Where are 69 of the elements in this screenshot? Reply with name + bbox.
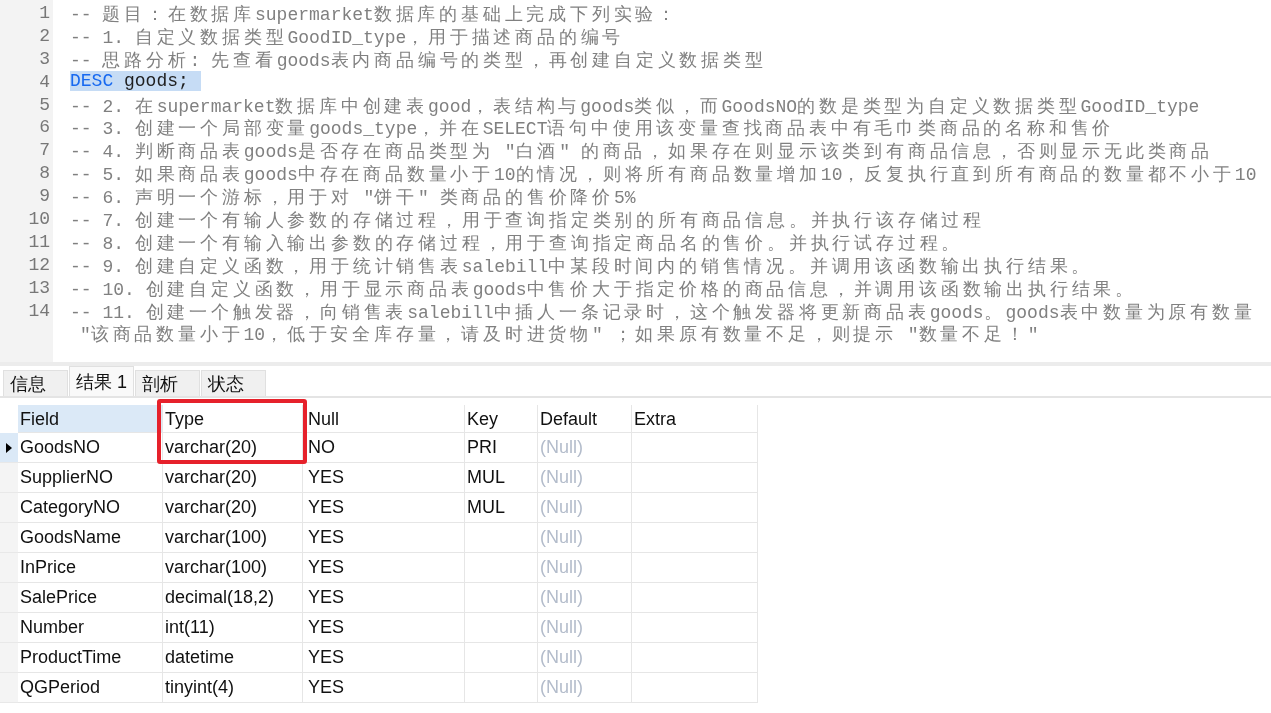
row-header[interactable]: [0, 433, 18, 463]
table-cell: tinyint(4): [165, 677, 235, 697]
line-number: 1: [39, 3, 50, 23]
table-cell: SalePrice: [20, 587, 98, 607]
result-tab[interactable]: 结果 1: [69, 366, 134, 396]
table-cell: YES: [308, 557, 345, 577]
table-cell: (Null): [540, 617, 583, 637]
table-cell: MUL: [467, 467, 505, 487]
table-cell: (Null): [540, 587, 583, 607]
line-number: 2: [39, 25, 50, 46]
table-cell: SupplierNO: [20, 467, 114, 487]
table-cell: GoodsNO: [20, 437, 101, 457]
line-number: 12: [28, 254, 50, 275]
table-cell: (Null): [540, 677, 583, 697]
table-cell: PRI: [467, 437, 497, 457]
column-header[interactable]: Default: [540, 409, 598, 429]
line-number: 11: [28, 231, 50, 252]
table-cell: (Null): [540, 647, 583, 667]
table-cell: YES: [308, 617, 345, 637]
table-cell: varchar(100): [165, 557, 268, 577]
table-cell: varchar(100): [165, 527, 268, 547]
table-cell: MUL: [467, 497, 505, 517]
line-number: 13: [28, 277, 50, 298]
table-cell: (Null): [540, 497, 583, 517]
code-line: "该商品数量小于10，低于安全库存量，请及时进货物" ；如果原有数量不足，则提示 "数量不足！": [80, 325, 1039, 346]
table-cell: YES: [308, 467, 345, 487]
table-cell: varchar(20): [165, 437, 258, 457]
result-tab[interactable]: 剖析: [135, 370, 200, 396]
line-number: 5: [39, 94, 50, 115]
table-cell: NO: [308, 437, 335, 457]
table-cell: YES: [308, 647, 345, 667]
line-number: 9: [39, 186, 50, 207]
line-number: 10: [28, 209, 50, 229]
line-number: 4: [39, 71, 50, 92]
column-header[interactable]: Null: [308, 409, 339, 429]
code-line: -- 8. 创建一个有输入输出参数的存储过程，用于查询指定商品名的售价。并执行试存过程。: [70, 233, 964, 254]
table-cell: YES: [308, 497, 345, 517]
table-cell: decimal(18,2): [165, 587, 275, 607]
table-cell: datetime: [165, 647, 235, 667]
table-cell: GoodsName: [20, 527, 122, 547]
table-cell: (Null): [540, 467, 583, 487]
code-line: -- 1. 自定义数据类型GoodID_type，用于描述商品的编号: [70, 27, 625, 48]
result-tab[interactable]: 信息: [3, 370, 68, 396]
column-header[interactable]: Key: [467, 409, 499, 429]
column-header[interactable]: Extra: [634, 409, 676, 429]
row-pointer-icon: [6, 442, 12, 453]
table-cell: YES: [308, 677, 345, 697]
result-tab[interactable]: 状态: [201, 370, 266, 396]
table-cell: varchar(20): [165, 467, 258, 487]
table-cell: YES: [308, 587, 345, 607]
column-header[interactable]: Type: [165, 409, 205, 429]
table-cell: Number: [20, 617, 85, 637]
table-cell: (Null): [540, 527, 583, 547]
table-cell: CategoryNO: [20, 497, 121, 517]
table-cell: (Null): [540, 557, 583, 577]
line-number: 7: [39, 140, 50, 161]
code-line: -- 7. 创建一个有输人参数的存储过程，用于查询指定类别的所有商品信息。并执行该存储过程: [70, 211, 985, 231]
line-number: 3: [39, 48, 50, 69]
table-cell: ProductTime: [20, 647, 122, 667]
table-cell: int(11): [165, 617, 215, 637]
table-cell: YES: [308, 527, 345, 547]
line-number: 14: [28, 300, 50, 321]
line-number: 8: [39, 163, 50, 184]
table-cell: varchar(20): [165, 497, 258, 517]
table-cell: InPrice: [20, 557, 77, 577]
column-header[interactable]: Field: [20, 409, 59, 429]
line-number: 6: [39, 117, 50, 138]
table-cell: (Null): [540, 437, 583, 457]
table-cell: QGPeriod: [20, 677, 101, 697]
